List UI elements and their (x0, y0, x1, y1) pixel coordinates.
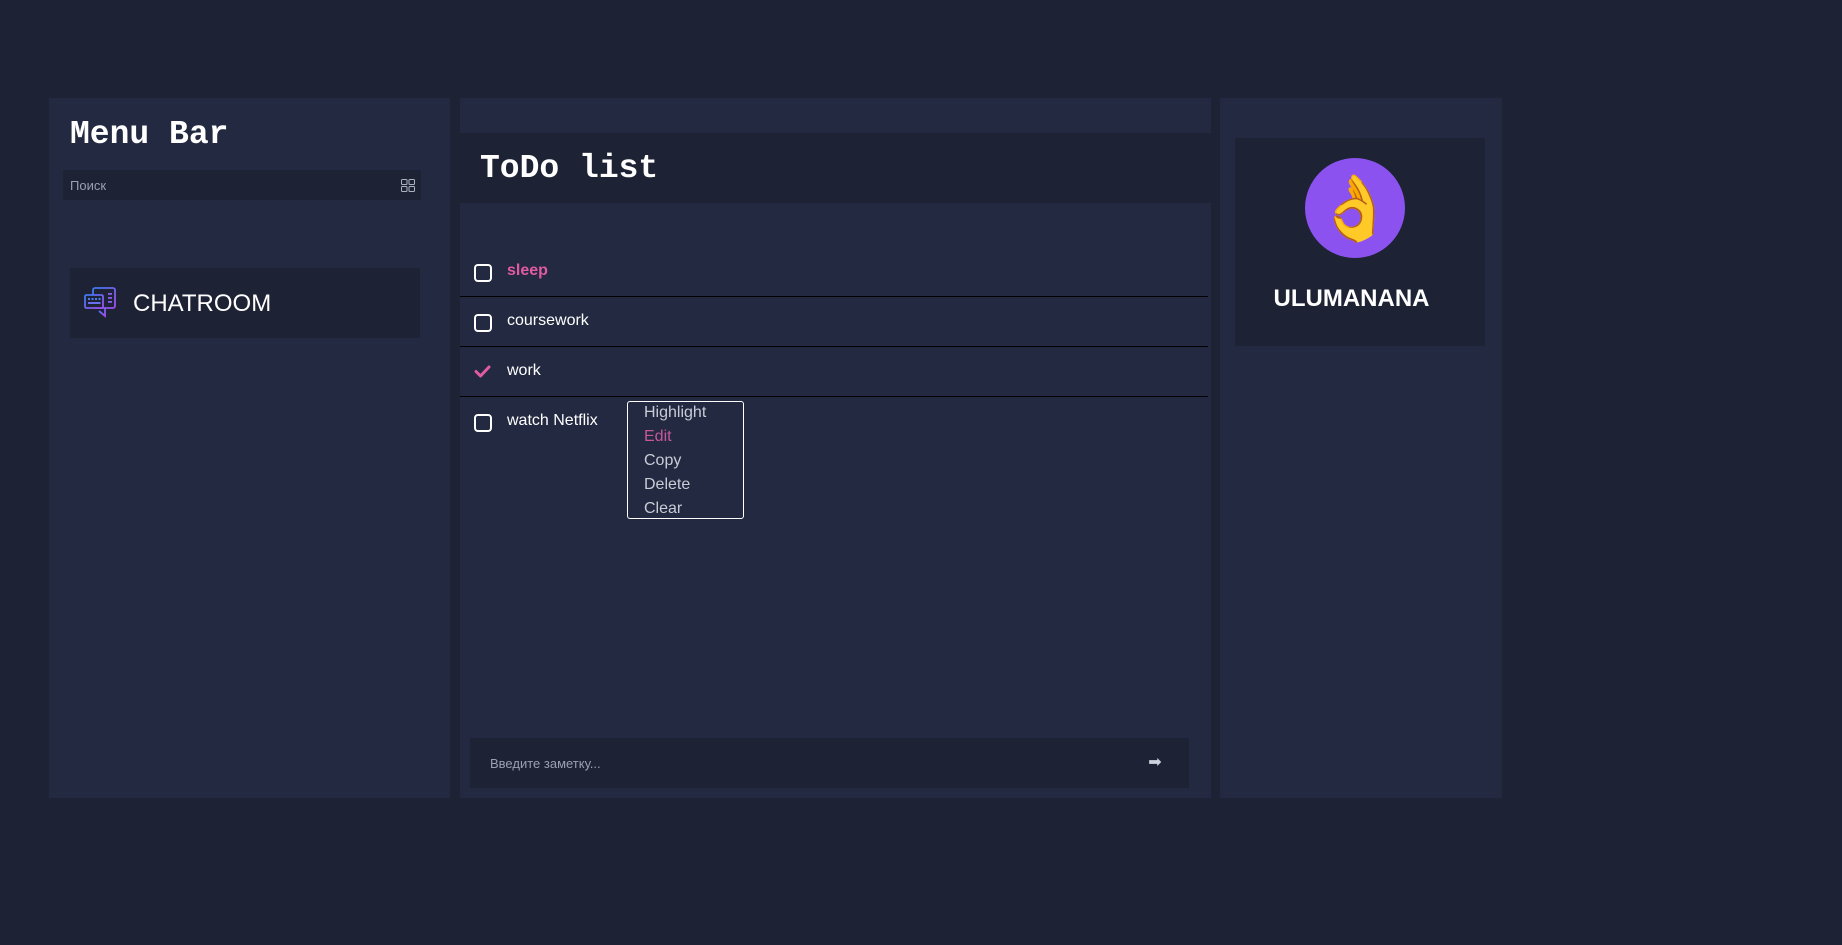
context-menu-clear[interactable]: Clear (644, 500, 682, 518)
grid-icon[interactable] (401, 179, 415, 192)
profile-panel: 👌 ULUMANANA (1220, 98, 1502, 798)
checkmark-icon[interactable] (474, 365, 491, 378)
todo-panel: ToDo list sleep coursework work watch Ne… (460, 98, 1211, 798)
chatroom-label: CHATROOM (133, 290, 272, 317)
note-input-bar: ➡ (470, 738, 1189, 788)
context-menu-delete[interactable]: Delete (644, 476, 690, 494)
todo-item[interactable]: work (460, 347, 1208, 397)
search-box (63, 170, 421, 200)
chatroom-menu-item[interactable]: CHATROOM (70, 268, 420, 338)
todo-header: ToDo list (460, 133, 1211, 203)
chat-keyboard-icon (84, 287, 118, 319)
todo-text: coursework (507, 312, 589, 329)
search-input[interactable] (63, 170, 390, 200)
todo-item[interactable]: sleep (460, 247, 1208, 297)
todo-item[interactable]: watch Netflix (460, 397, 1208, 446)
checkbox[interactable] (474, 314, 492, 332)
profile-card: 👌 ULUMANANA (1235, 138, 1485, 346)
context-menu-edit[interactable]: Edit (644, 428, 672, 446)
context-menu-copy[interactable]: Copy (644, 452, 681, 470)
menu-title: Menu Bar (70, 116, 229, 153)
todo-text: watch Netflix (507, 412, 598, 429)
todo-text: sleep (507, 262, 548, 279)
context-menu: Highlight Edit Copy Delete Clear (627, 401, 744, 519)
todo-item[interactable]: coursework (460, 297, 1208, 347)
checkbox[interactable] (474, 264, 492, 282)
profile-name: ULUMANANA (1273, 285, 1430, 312)
page-title: ToDo list (480, 150, 659, 187)
menu-panel: Menu Bar Поиск CHATROOM (49, 98, 450, 798)
checkbox[interactable] (474, 414, 492, 432)
avatar: 👌 (1305, 158, 1405, 258)
todo-text: work (507, 362, 541, 379)
note-input[interactable] (470, 738, 1130, 788)
todo-list: sleep coursework work watch Netflix (460, 247, 1208, 446)
send-arrow-icon[interactable]: ➡ (1143, 751, 1167, 775)
context-menu-highlight[interactable]: Highlight (644, 404, 706, 422)
